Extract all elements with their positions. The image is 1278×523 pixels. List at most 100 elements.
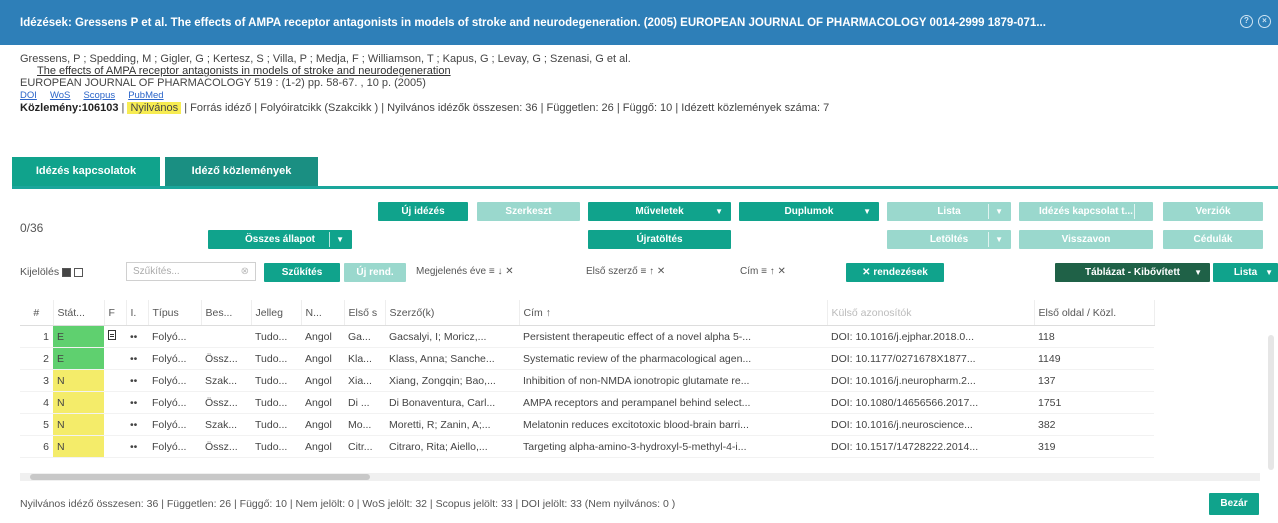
selection-label: Kijelölés: [20, 266, 60, 278]
sort-asc-icon[interactable]: ↑: [770, 266, 775, 277]
tab-underline: [12, 186, 1278, 189]
remove-sort-icon[interactable]: ✕: [657, 266, 665, 277]
select-none-checkbox[interactable]: [73, 267, 83, 277]
document-icon[interactable]: [108, 330, 116, 340]
type-cell: Folyó...: [148, 325, 201, 348]
list-view-dropdown[interactable]: Lista ▼: [1213, 263, 1278, 282]
bes-cell: Szak...: [201, 369, 251, 392]
character-cell: Tudo...: [251, 347, 301, 370]
title-cell: AMPA receptors and perampanel behind sel…: [519, 391, 827, 414]
sort-desc-icon[interactable]: ↓: [497, 266, 502, 277]
duplicates-dropdown[interactable]: Duplumok ▼: [739, 202, 879, 221]
tab-idezes-kapcsolatok[interactable]: Idézés kapcsolatok: [12, 157, 160, 186]
list-dropdown[interactable]: Lista ▼: [887, 202, 1011, 221]
notes-button[interactable]: Cédulák: [1163, 230, 1263, 249]
title-cell: Persistent therapeutic effect of a novel…: [519, 325, 827, 348]
file-cell: [104, 435, 126, 458]
table-row[interactable]: 2 E •• Folyó... Össz... Tudo... Angol Kla... Kla…: [20, 347, 1154, 370]
close-icon[interactable]: ×: [1258, 15, 1271, 28]
wos-link[interactable]: WoS: [50, 90, 70, 101]
col-header-i[interactable]: I.: [126, 300, 149, 326]
table-row[interactable]: 3 N •• Folyó... Szak... Tudo... Angol Xia... Xia…: [20, 369, 1154, 392]
sort-options-icon[interactable]: ≡: [640, 266, 646, 277]
external-id-cell: DOI: 10.1177/0271678X1877...: [827, 347, 1034, 370]
remove-sort-icon[interactable]: ✕: [505, 266, 513, 277]
citations-table: # Stát... F I. Típus Bes... Jelleg N... …: [20, 300, 1155, 458]
status-cell: E: [53, 325, 104, 348]
table-row[interactable]: 4 N •• Folyó... Össz... Tudo... Angol Di ... Di …: [20, 391, 1154, 414]
col-header-title[interactable]: Cím ↑: [519, 300, 828, 326]
sort-asc-icon[interactable]: ↑: [649, 266, 654, 277]
col-header-type[interactable]: Típus: [148, 300, 202, 326]
pubmed-link[interactable]: PubMed: [128, 90, 163, 101]
col-header-first-page[interactable]: Első oldal / Közl.: [1034, 300, 1155, 326]
all-states-label: Összes állapot: [244, 234, 316, 245]
indicator-cell: ••: [126, 369, 148, 392]
file-cell: [104, 325, 126, 348]
sort-options-icon[interactable]: ≡: [489, 266, 495, 277]
help-icon[interactable]: ?: [1240, 15, 1253, 28]
bes-cell: [201, 325, 251, 348]
language-cell: Angol: [301, 413, 344, 436]
close-button[interactable]: Bezár: [1209, 493, 1259, 515]
all-states-dropdown[interactable]: Összes állapot ▼: [208, 230, 352, 249]
sort-first-author[interactable]: Első szerző ≡ ↑ ✕: [586, 262, 665, 282]
col-header-language[interactable]: N...: [301, 300, 345, 326]
col-header-authors[interactable]: Szerző(k): [385, 300, 520, 326]
scrollbar-thumb[interactable]: [30, 474, 370, 480]
new-citation-button[interactable]: Új idézés: [378, 202, 468, 221]
col-header-character[interactable]: Jelleg: [251, 300, 302, 326]
col-header-external-ids[interactable]: Külső azonosítók: [827, 300, 1035, 326]
duplicates-label: Duplumok: [784, 206, 834, 217]
type-cell: Folyó...: [148, 369, 201, 392]
sort-year[interactable]: Megjelenés éve ≡ ↓ ✕: [416, 262, 514, 282]
col-header-number[interactable]: #: [20, 300, 54, 326]
col-header-status[interactable]: Stát...: [53, 300, 105, 326]
download-dropdown[interactable]: Letöltés ▼: [887, 230, 1011, 249]
col-header-first-author[interactable]: Első s: [344, 300, 386, 326]
table-row[interactable]: 5 N •• Folyó... Szak... Tudo... Angol Mo... More…: [20, 413, 1154, 436]
edit-button[interactable]: Szerkeszt: [477, 202, 580, 221]
character-cell: Tudo...: [251, 413, 301, 436]
col-header-f[interactable]: F: [104, 300, 127, 326]
versions-button[interactable]: Verziók: [1163, 202, 1263, 221]
external-links: DOI WoS Scopus PubMed: [20, 89, 829, 102]
new-sort-button[interactable]: Új rend.: [344, 263, 406, 282]
table-row[interactable]: 1 E •• Folyó... Tudo... Angol Ga... Gacsalyi, I…: [20, 325, 1154, 348]
revoke-button[interactable]: Visszavon: [1019, 230, 1153, 249]
scopus-link[interactable]: Scopus: [83, 90, 115, 101]
operations-dropdown[interactable]: Műveletek ▼: [588, 202, 731, 221]
doi-link[interactable]: DOI: [20, 90, 37, 101]
character-cell: Tudo...: [251, 391, 301, 414]
select-all-checkbox[interactable]: [62, 267, 72, 277]
filter-input[interactable]: Szűkítés... ⊗: [126, 262, 256, 281]
chevron-down-icon: ▼: [1194, 268, 1202, 277]
publication-title-link[interactable]: The effects of AMPA receptor antagonists…: [20, 65, 451, 77]
tab-idezo-kozlemenyek[interactable]: Idéző közlemények: [165, 157, 318, 186]
language-cell: Angol: [301, 391, 344, 414]
type-cell: Folyó...: [148, 347, 201, 370]
external-id-cell: DOI: 10.1517/14728222.2014...: [827, 435, 1034, 458]
view-mode-dropdown[interactable]: Táblázat - Kibővített ▼: [1055, 263, 1210, 282]
sort-title[interactable]: Cím ≡ ↑ ✕: [740, 262, 786, 282]
sort-options-icon[interactable]: ≡: [761, 266, 767, 277]
row-number: 6: [20, 435, 53, 458]
title-cell: Systematic review of the pharmacological…: [519, 347, 827, 370]
authors-cell: Moretti, R; Zanin, A;...: [385, 413, 519, 436]
citation-link-button[interactable]: Idézés kapcsolat t...: [1019, 202, 1153, 221]
remove-sort-icon[interactable]: ✕: [778, 266, 786, 277]
sort-title-label: Cím: [740, 266, 759, 277]
first-author-cell: Di ...: [344, 391, 385, 414]
clear-icon[interactable]: ⊗: [241, 263, 249, 280]
clear-sorts-button[interactable]: ✕ rendezések: [846, 263, 944, 282]
horizontal-scrollbar[interactable]: [20, 473, 1260, 481]
table-row[interactable]: 6 N •• Folyó... Össz... Tudo... Angol Citr... Ci…: [20, 435, 1154, 458]
status-cell: N: [53, 369, 104, 392]
authors: Gressens, P ; Spedding, M ; Gigler, G ; …: [20, 53, 631, 65]
vertical-scrollbar[interactable]: [1268, 335, 1274, 470]
reload-button[interactable]: Újratöltés: [588, 230, 731, 249]
col-header-bes[interactable]: Bes...: [201, 300, 252, 326]
type-cell: Folyó...: [148, 391, 201, 414]
footer-summary: Nyilvános idéző összesen: 36 | Független…: [20, 498, 676, 510]
filter-button[interactable]: Szűkítés: [264, 263, 340, 282]
